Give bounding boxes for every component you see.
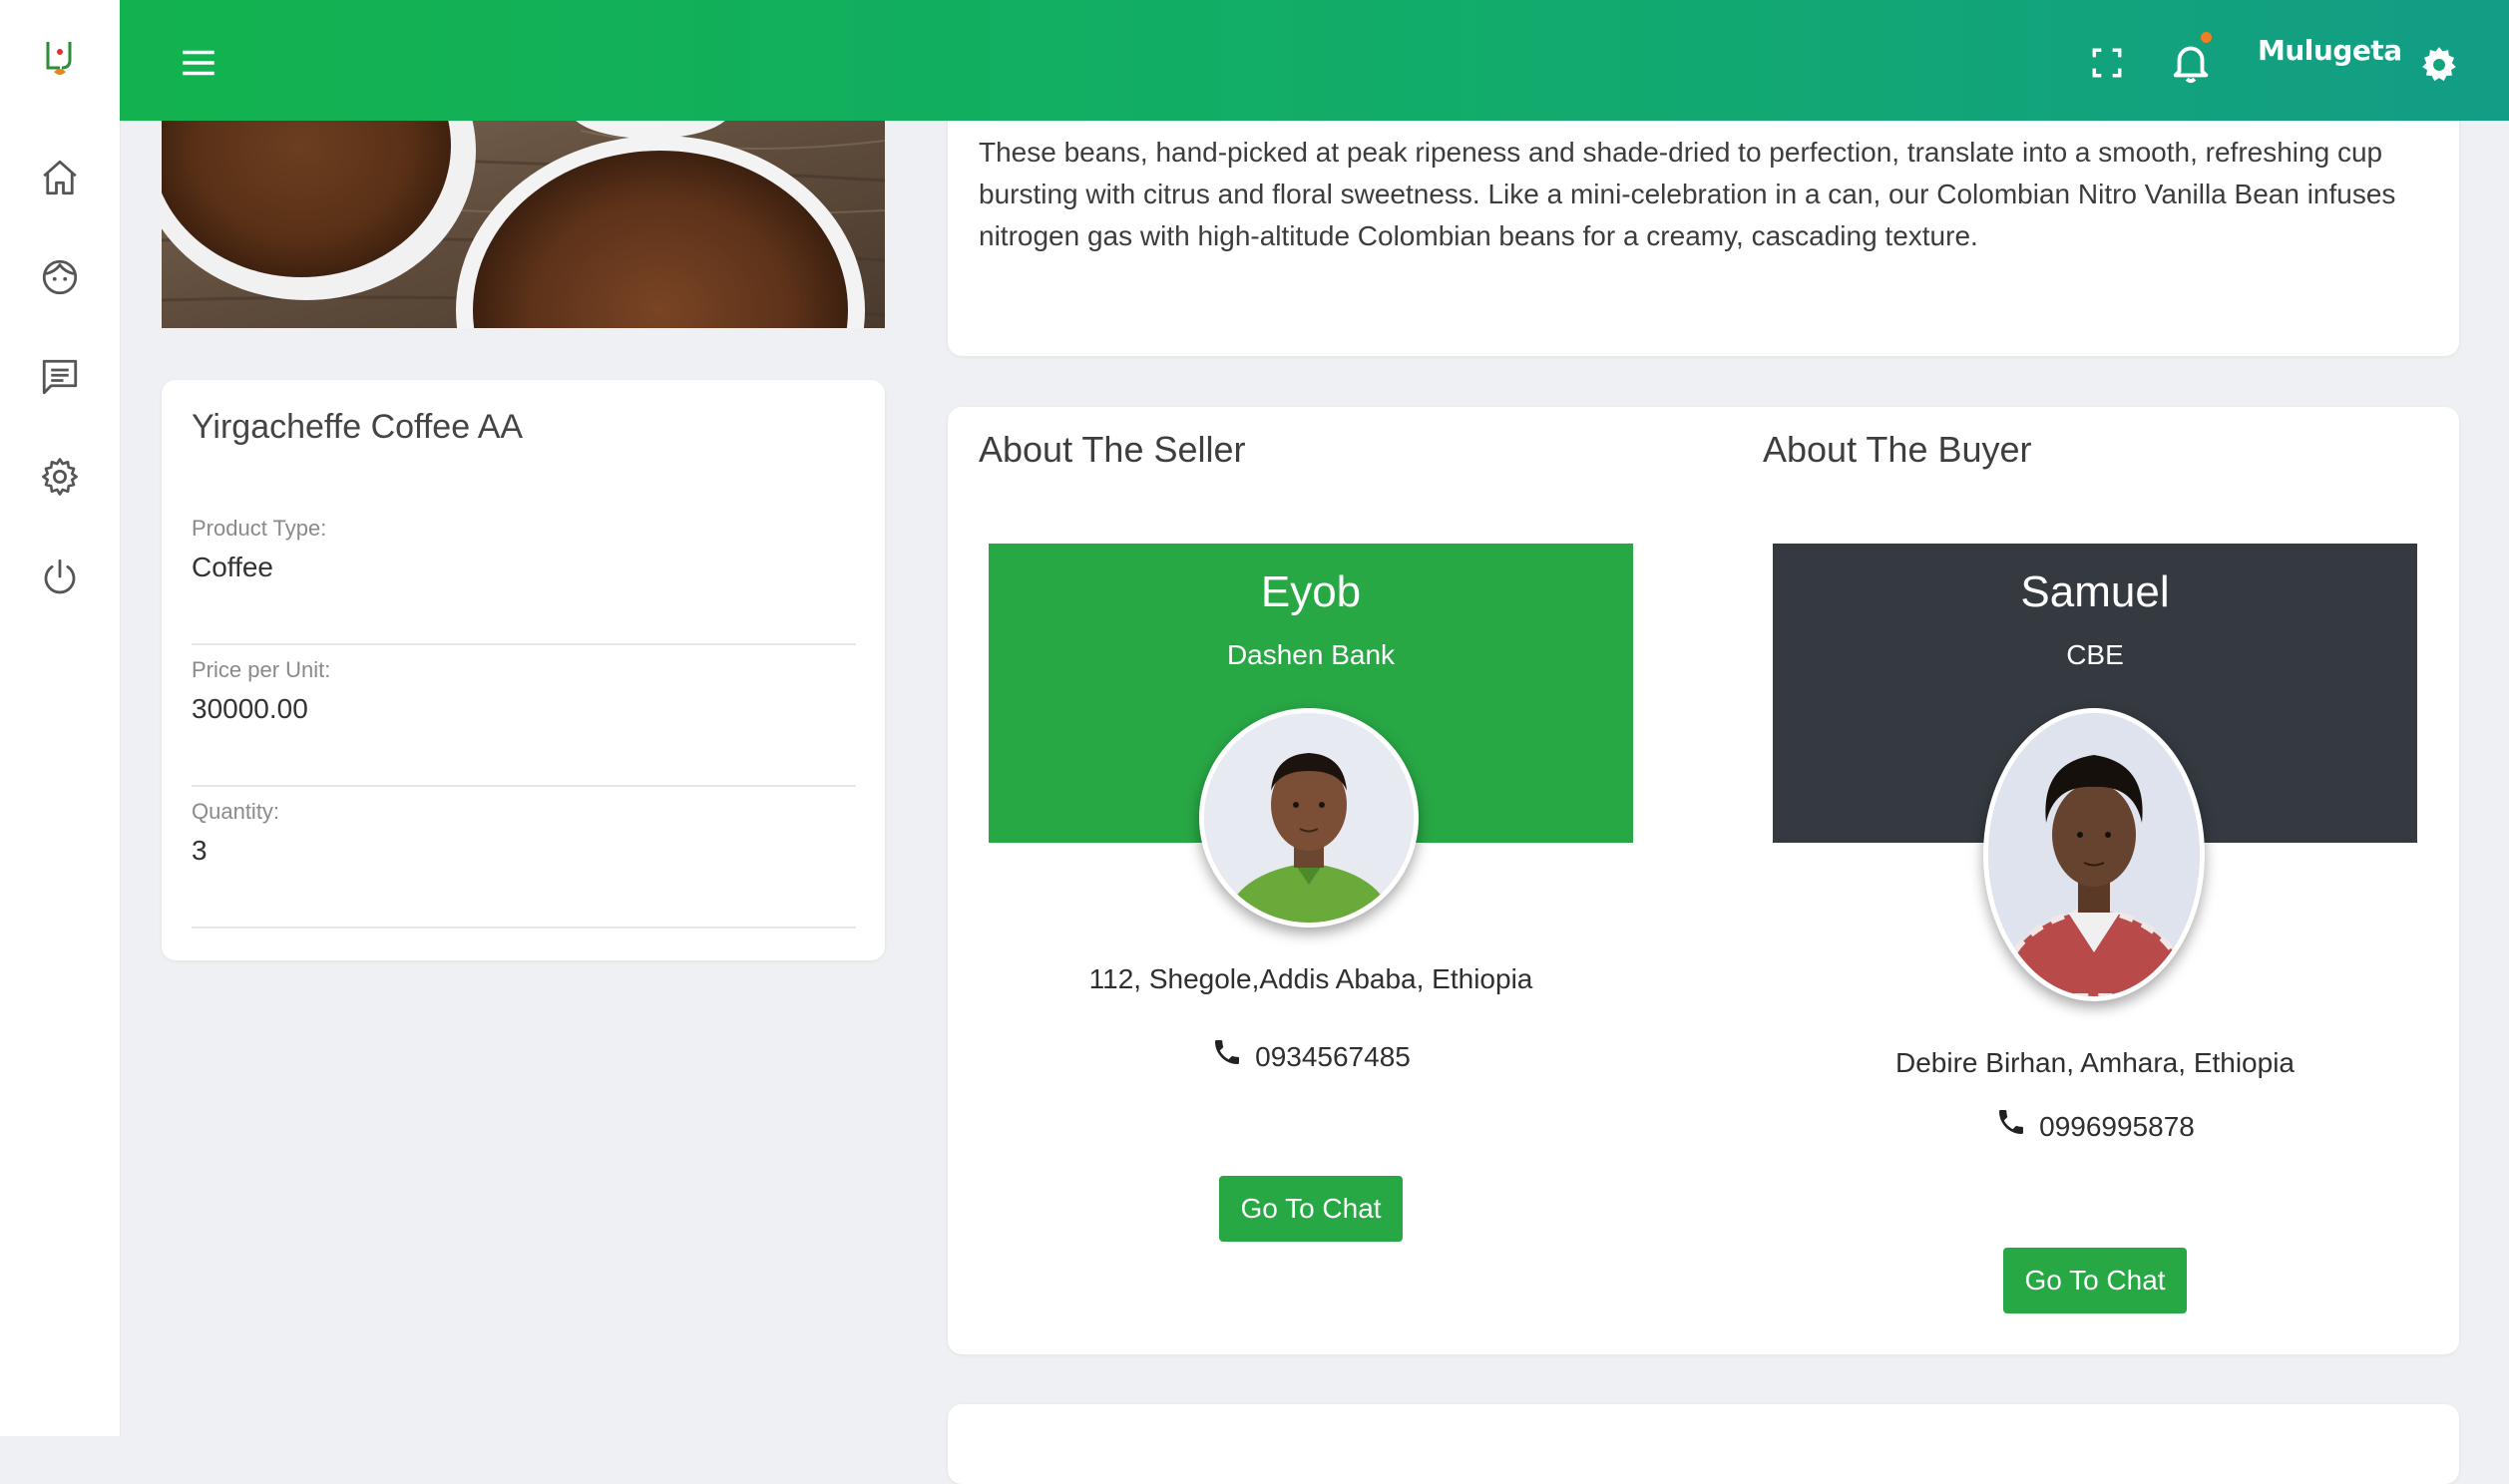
buyer-organization: CBE xyxy=(2066,639,2124,670)
sidebar xyxy=(0,0,121,1436)
seller-chat-button[interactable]: Go To Chat xyxy=(1219,1176,1403,1242)
username-label[interactable]: Mulugeta xyxy=(2258,34,2402,67)
notifications-button[interactable] xyxy=(2168,38,2214,86)
buyer-section-title: About The Buyer xyxy=(1763,429,2032,470)
seller-phone: 0934567485 xyxy=(989,1040,1633,1073)
seller-section-title: About The Seller xyxy=(979,429,1246,470)
settings-icon xyxy=(42,458,78,496)
field-value: 3 xyxy=(192,835,208,866)
gear-icon xyxy=(2422,47,2456,82)
buyer-avatar xyxy=(1983,708,2205,1001)
buyer-name: Samuel xyxy=(2020,567,2170,616)
buyer-phone: 0996995878 xyxy=(1773,1110,2417,1143)
face-icon xyxy=(42,259,78,295)
sidebar-item-messages[interactable] xyxy=(36,353,84,401)
chat-icon xyxy=(42,359,78,395)
power-icon xyxy=(44,558,76,594)
menu-toggle-button[interactable] xyxy=(178,42,219,84)
sidebar-item-settings[interactable] xyxy=(36,453,84,501)
seller-avatar xyxy=(1199,708,1419,928)
price-field: Price per Unit: 30000.00 xyxy=(192,657,856,787)
sidebar-item-profile[interactable] xyxy=(36,253,84,301)
seller-address: 112, Shegole,Addis Ababa, Ethiopia xyxy=(1088,963,1533,994)
seller-buyer-card: About The Seller About The Buyer Eyob Da… xyxy=(948,407,2459,1354)
bottom-card xyxy=(948,1404,2459,1484)
field-label: Price per Unit: xyxy=(192,657,331,682)
buyer-address: Debire Birhan, Amhara, Ethiopia xyxy=(1895,1047,2295,1078)
fullscreen-icon xyxy=(2092,48,2122,78)
buyer-chat-button[interactable]: Go To Chat xyxy=(2003,1248,2187,1313)
field-value: Coffee xyxy=(192,552,273,582)
settings-button[interactable] xyxy=(2418,44,2460,86)
app-logo[interactable] xyxy=(40,38,80,82)
field-label: Product Type: xyxy=(192,516,327,541)
sidebar-item-logout[interactable] xyxy=(36,553,84,600)
product-info-card: Yirgacheffe Coffee AA Product Type: Coff… xyxy=(162,380,885,960)
fullscreen-button[interactable] xyxy=(2090,46,2124,80)
phone-icon xyxy=(1999,1110,2024,1134)
buyer-phone-number[interactable]: 0996995878 xyxy=(2039,1111,2195,1143)
quantity-field: Quantity: 3 xyxy=(192,799,856,928)
field-label: Quantity: xyxy=(192,799,280,824)
product-type-field: Product Type: Coffee xyxy=(192,516,856,645)
field-value: 30000.00 xyxy=(192,693,308,724)
sidebar-item-home[interactable] xyxy=(36,154,84,201)
top-bar: Mulugeta xyxy=(120,0,2509,121)
seller-organization: Dashen Bank xyxy=(1226,639,1396,670)
hamburger-icon xyxy=(183,50,214,76)
home-icon xyxy=(43,160,77,195)
seller-phone-number[interactable]: 0934567485 xyxy=(1255,1041,1411,1073)
product-title: Yirgacheffe Coffee AA xyxy=(192,408,524,446)
notification-badge xyxy=(2201,32,2212,43)
bell-icon xyxy=(2173,46,2209,84)
product-description: These beans, hand-picked at peak ripenes… xyxy=(979,137,2396,251)
seller-name: Eyob xyxy=(1260,567,1362,616)
product-image xyxy=(162,121,885,328)
phone-icon xyxy=(1215,1040,1240,1064)
